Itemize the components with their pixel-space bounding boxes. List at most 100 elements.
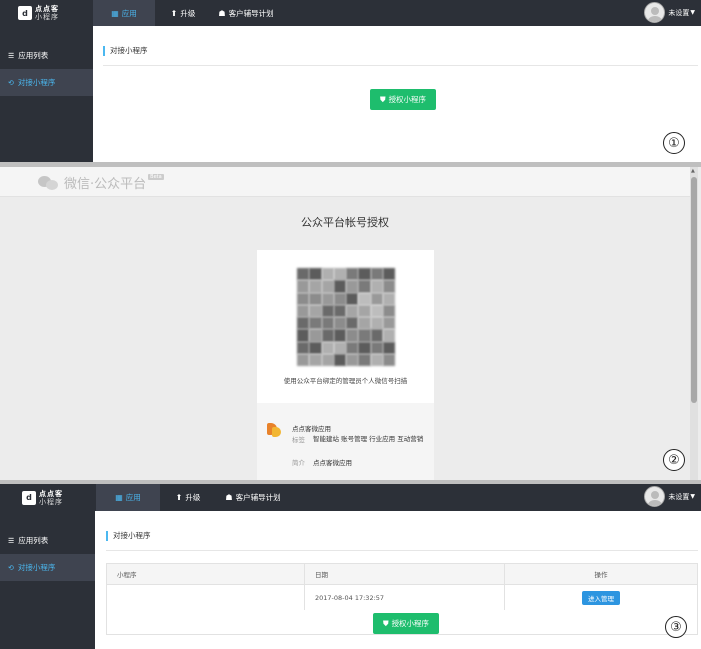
qr-module [382, 280, 395, 293]
qr-module [309, 268, 322, 281]
wechat-brand: 微信·公众平台 Beta [38, 173, 164, 192]
qr-module [382, 292, 395, 305]
app-logo[interactable]: d 点点客 小程序 [0, 485, 93, 511]
qr-module [321, 292, 334, 305]
grid-icon: ▦ [111, 8, 119, 18]
wechat-header: 微信·公众平台 Beta [0, 167, 690, 197]
qr-module [309, 280, 322, 293]
qr-module [321, 280, 334, 293]
scan-hint: 使用公众平台绑定的管理员个人微信号扫描 [283, 377, 408, 385]
step-number-2: ② [663, 449, 685, 471]
page-title: 对接小程序 [103, 46, 148, 56]
logo-line2: 小程序 [39, 497, 63, 506]
step-number-3: ③ [665, 616, 687, 638]
link-icon: ⟲ [8, 78, 14, 87]
qr-module [382, 304, 395, 317]
user-name: 未设置 [668, 492, 690, 501]
qr-module [346, 329, 359, 342]
authorize-miniprogram-button[interactable]: ⛊ 授权小程序 [373, 613, 439, 634]
qr-module [309, 353, 322, 366]
qr-module [333, 317, 346, 330]
qr-module [370, 304, 383, 317]
grid-icon: ▦ [115, 493, 123, 502]
qr-module [358, 353, 371, 366]
qr-module [321, 341, 334, 354]
tab-upgrade[interactable]: ⬆ 升级 [160, 484, 216, 511]
table-header: 小程序 日期 操作 [107, 564, 697, 585]
cell-date: 2017-08-04 17:32:57 [305, 585, 505, 610]
tab-coaching-plan[interactable]: ☗ 客户辅导计划 [211, 0, 281, 26]
top-nav-bar: d 点点客 小程序 ▦ 应用 ⬆ 升级 ☗ 客户辅导计划 未设置 ▼ [0, 0, 701, 26]
divider [103, 65, 698, 66]
enter-management-button[interactable]: 进入管理 [582, 590, 620, 605]
qr-module [346, 268, 359, 281]
qr-module [297, 268, 310, 281]
sidebar-item-connect-miniprogram[interactable]: ⟲ 对接小程序 [0, 69, 93, 96]
header-date: 日期 [305, 564, 505, 584]
wechat-logo-icon [38, 175, 60, 191]
qr-module [309, 329, 322, 342]
qr-module [346, 341, 359, 354]
qr-module [346, 317, 359, 330]
scrollbar[interactable]: ▲ [690, 167, 698, 480]
avatar [644, 486, 666, 507]
sidebar-item-connect-miniprogram[interactable]: ⟲ 对接小程序 [0, 554, 95, 581]
qr-module [309, 341, 322, 354]
qr-module [346, 280, 359, 293]
scroll-up-icon[interactable]: ▲ [691, 168, 695, 174]
app-logo[interactable]: d 点点客 小程序 [0, 0, 93, 26]
qr-module [382, 317, 395, 330]
intro-label: 简介 [292, 459, 305, 467]
qr-module [321, 329, 334, 342]
qr-module [358, 341, 371, 354]
qr-module [333, 304, 346, 317]
tab-apps[interactable]: ▦ 应用 [96, 484, 160, 511]
qr-module [370, 341, 383, 354]
logo-mark-icon: d [22, 490, 36, 505]
sidebar-item-app-list[interactable]: ☰ 应用列表 [0, 527, 95, 554]
qr-module [321, 304, 334, 317]
qr-module [297, 317, 310, 330]
tags-label: 标签 [292, 436, 305, 444]
cell-action: 进入管理 [505, 585, 697, 610]
qr-module [382, 268, 395, 281]
authorize-miniprogram-button[interactable]: ⛊ 授权小程序 [370, 89, 436, 110]
step-2-panel: 微信·公众平台 Beta ▲ 公众平台帐号授权 使用公众平台绑定的管理员个人微信… [0, 167, 701, 480]
user-name: 未设置 [668, 8, 690, 17]
avatar [644, 2, 666, 23]
logo-line1: 点点客 [35, 5, 59, 13]
qr-module [370, 317, 383, 330]
logo-line2: 小程序 [35, 13, 59, 21]
user-icon: ☗ [218, 8, 226, 18]
shield-icon: ⛊ [382, 618, 389, 628]
qr-module [297, 329, 310, 342]
qr-module [333, 341, 346, 354]
sidebar: ☰ 应用列表 ⟲ 对接小程序 [0, 511, 95, 649]
header-miniprogram: 小程序 [107, 564, 305, 584]
user-menu[interactable]: 未设置 ▼ [644, 486, 695, 507]
list-icon: ☰ [8, 536, 15, 545]
app-name: 点点客微应用 [292, 425, 331, 433]
sidebar: ☰ 应用列表 ⟲ 对接小程序 [0, 26, 93, 162]
tab-apps[interactable]: ▦ 应用 [93, 0, 155, 26]
tab-coaching-plan[interactable]: ☗ 客户辅导计划 [216, 484, 290, 511]
qr-module [333, 292, 346, 305]
user-menu[interactable]: 未设置 ▼ [644, 2, 695, 23]
qr-module [346, 304, 359, 317]
logo-mark-icon: d [18, 6, 32, 20]
app-info: 点点客微应用 标签 智能建站 账号管理 行业应用 互动营销 简介 点点客微应用 [257, 403, 434, 480]
link-icon: ⟲ [8, 563, 14, 572]
logo-line1: 点点客 [39, 489, 63, 498]
qr-module [297, 304, 310, 317]
header-action: 操作 [594, 571, 608, 579]
tab-upgrade[interactable]: ⬆ 升级 [155, 0, 211, 26]
caret-down-icon: ▼ [690, 9, 695, 16]
sidebar-item-app-list[interactable]: ☰ 应用列表 [0, 42, 93, 69]
qr-module [297, 353, 310, 366]
qr-module [309, 304, 322, 317]
qr-module [370, 268, 383, 281]
qr-code[interactable] [297, 268, 395, 366]
scrollbar-thumb[interactable] [691, 177, 697, 403]
qr-module [358, 268, 371, 281]
beta-badge: Beta [148, 173, 164, 180]
